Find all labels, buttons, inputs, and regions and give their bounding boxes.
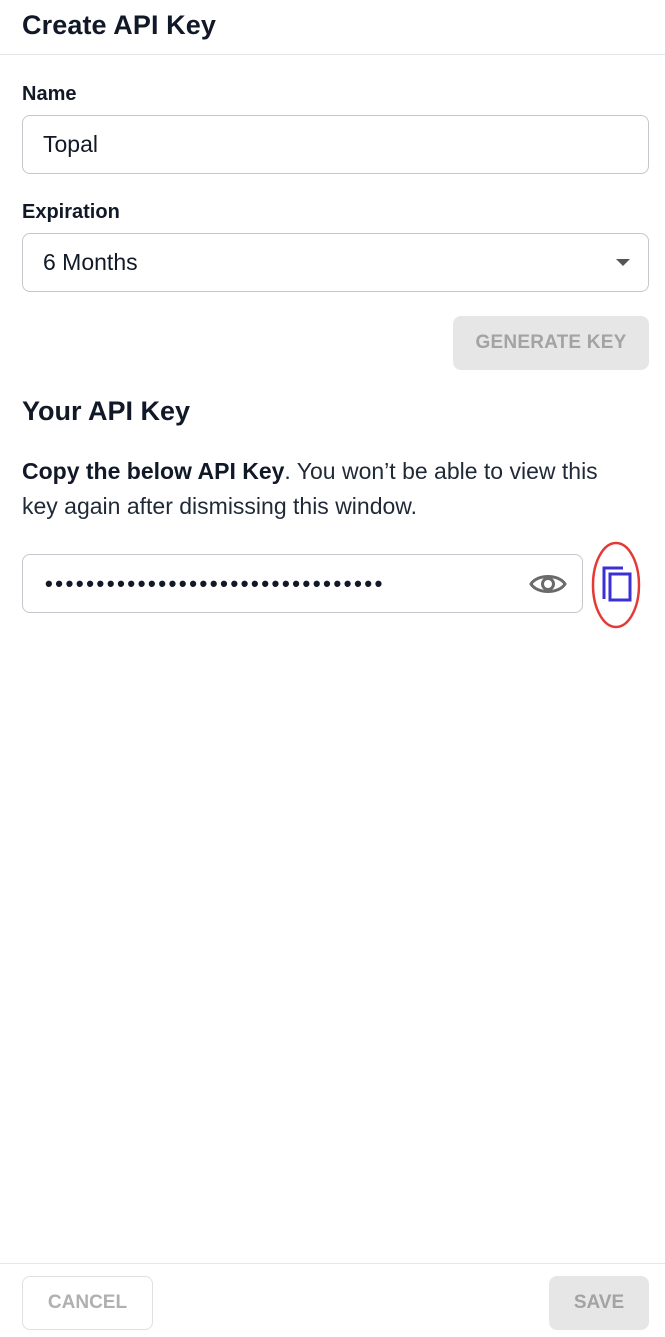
- name-label: Name: [22, 83, 77, 105]
- save-button[interactable]: SAVE: [549, 1276, 649, 1330]
- expiration-label: Expiration: [22, 201, 120, 223]
- expiration-select[interactable]: 6 Months: [22, 233, 649, 292]
- api-key-description: Copy the below API Key. You won’t be abl…: [22, 454, 632, 524]
- name-value: Topal: [43, 131, 98, 157]
- api-key-description-bold: Copy the below API Key: [22, 458, 285, 484]
- dialog-title: Create API Key: [22, 10, 216, 40]
- dialog-header: Create API Key: [0, 0, 665, 55]
- cancel-button[interactable]: CANCEL: [22, 1276, 153, 1330]
- api-key-field[interactable]: •••••••••••••••••••••••••••••••••: [22, 554, 583, 613]
- api-key-section-title: Your API Key: [22, 396, 191, 426]
- eye-icon[interactable]: [528, 570, 568, 598]
- name-field[interactable]: Topal: [22, 115, 649, 174]
- copy-button[interactable]: [590, 541, 642, 629]
- expiration-value: 6 Months: [43, 249, 138, 275]
- create-api-key-dialog: Create API Key Name Topal Expiration 6 M…: [0, 0, 665, 1337]
- copy-icon: [591, 541, 641, 629]
- api-key-masked-value: •••••••••••••••••••••••••••••••••: [45, 570, 385, 596]
- caret-down-icon: [616, 259, 630, 266]
- generate-key-button[interactable]: GENERATE KEY: [453, 316, 649, 370]
- dialog-footer: CANCEL SAVE: [0, 1263, 665, 1337]
